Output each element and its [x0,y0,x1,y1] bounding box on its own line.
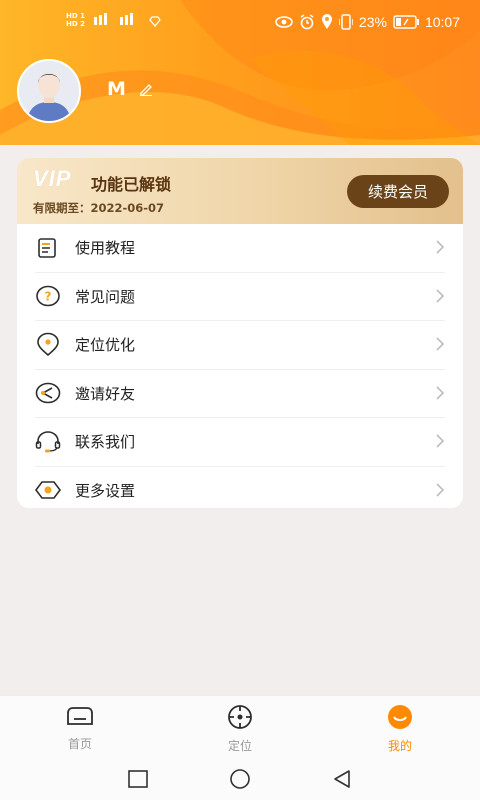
menu-label-settings: 更多设置 [75,481,136,500]
menu-item-location-optimize[interactable]: 定位优化 [35,321,445,370]
bottom-tab-bar: 首页 定位 我的 [0,695,480,758]
vip-banner: VIP 功能已解锁 有限期至：2022-06-07 续费会员 [17,158,463,224]
menu-item-faq[interactable]: ? 常见问题 [35,273,445,321]
status-right: 23% 10:07 [275,14,460,30]
chevron-right-icon [436,240,445,254]
question-icon: ? [35,283,61,309]
status-bar: HD 1 HD 2 23% 10:07 [0,0,480,44]
vibrate-icon [338,14,353,30]
alarm-icon [300,14,314,30]
headset-icon [35,429,61,455]
tab-mine[interactable]: 我的 [360,704,440,754]
settings-hexagon-icon [35,477,61,503]
tab-home[interactable]: 首页 [40,704,120,752]
recent-apps-icon[interactable] [127,769,149,789]
vip-logo: VIP [33,166,72,191]
crosshair-icon [228,705,252,729]
chevron-right-icon [436,434,445,448]
home-button-icon[interactable] [228,769,252,789]
system-nav-bar [0,757,480,800]
edit-icon[interactable] [139,82,153,96]
menu-label-invite: 邀请好友 [75,384,136,403]
username: M [107,78,126,100]
tutorial-icon [35,235,61,261]
chevron-right-icon [436,337,445,351]
menu-item-invite[interactable]: 邀请好友 [35,370,445,418]
menu-label-tutorial: 使用教程 [75,239,136,258]
chevron-right-icon [436,288,445,303]
location-icon [321,14,332,29]
renew-membership-button[interactable]: 续费会员 [347,175,449,208]
tab-home-label: 首页 [67,737,92,751]
menu-card: VIP 功能已解锁 有限期至：2022-06-07 续费会员 使用教程 ? 常见… [17,158,463,508]
home-icon [67,707,93,725]
battery-icon [393,15,419,29]
tab-mine-label: 我的 [387,739,412,753]
location-pin-icon [35,332,61,358]
menu-label-contact: 联系我们 [75,433,136,452]
back-icon[interactable] [331,769,353,789]
profile-header: HD 1 HD 2 23% 10:07 M [0,0,480,145]
menu-item-tutorial[interactable]: 使用教程 [35,224,445,273]
sim2-label: HD 2 [66,20,85,28]
svg-text:?: ? [45,290,52,304]
chevron-right-icon [436,482,445,497]
signal-icon [94,13,161,28]
vip-title: 功能已解锁 [91,175,172,194]
vip-expiry: 有限期至：2022-06-07 [33,201,165,215]
smile-icon [388,705,412,729]
chevron-right-icon [436,385,445,400]
tab-location[interactable]: 定位 [200,704,280,754]
menu-label-faq: 常见问题 [75,287,136,306]
sim1-label: HD 1 [66,12,85,20]
avatar[interactable] [17,59,81,123]
sim-indicators: HD 1 HD 2 [66,12,85,28]
tab-location-label: 定位 [227,739,252,753]
eye-icon [275,16,293,28]
menu-label-location-optimize: 定位优化 [75,336,136,355]
settings-menu: 使用教程 ? 常见问题 定位优化 邀请好友 联系我们 更多设置 [17,224,463,508]
user-avatar-icon [19,61,79,121]
clock-time: 10:07 [424,14,460,30]
menu-item-contact[interactable]: 联系我们 [35,418,445,467]
share-icon [35,380,61,406]
battery-percent: 23% [358,14,387,30]
menu-item-settings[interactable]: 更多设置 [35,467,445,509]
